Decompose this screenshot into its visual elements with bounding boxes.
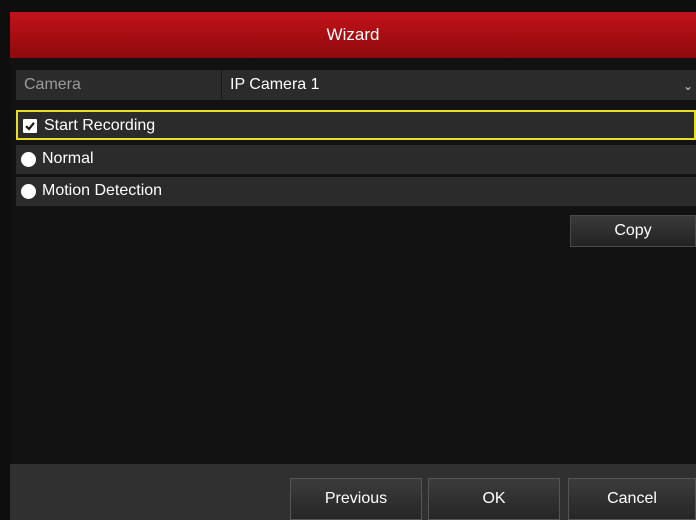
camera-row: Camera IP Camera 1 ⌄ [16,70,696,100]
footer-bar: Previous OK Cancel [10,464,696,520]
start-recording-option[interactable]: Start Recording [16,110,696,140]
normal-label: Normal [42,150,94,167]
checkbox-checked-icon[interactable] [23,119,37,133]
normal-option[interactable]: Normal [16,145,696,174]
camera-label: Camera [24,76,81,93]
motion-detection-option[interactable]: Motion Detection [16,177,696,206]
cancel-button[interactable]: Cancel [568,478,696,520]
motion-detection-label: Motion Detection [42,182,163,199]
radio-icon[interactable] [21,152,36,167]
chevron-down-icon: ⌄ [682,79,693,93]
radio-icon[interactable] [21,184,36,199]
start-recording-label: Start Recording [44,117,156,134]
copy-button[interactable]: Copy [570,215,696,247]
window-title: Wizard [10,12,696,58]
camera-select[interactable]: IP Camera 1 ⌄ [221,70,696,100]
ok-button[interactable]: OK [428,478,560,520]
camera-select-value: IP Camera 1 [230,76,320,93]
previous-button[interactable]: Previous [290,478,422,520]
wizard-window: Wizard Camera IP Camera 1 ⌄ Start Record… [0,0,696,520]
wizard-content: Camera IP Camera 1 ⌄ Start Recording Nor… [10,58,696,464]
